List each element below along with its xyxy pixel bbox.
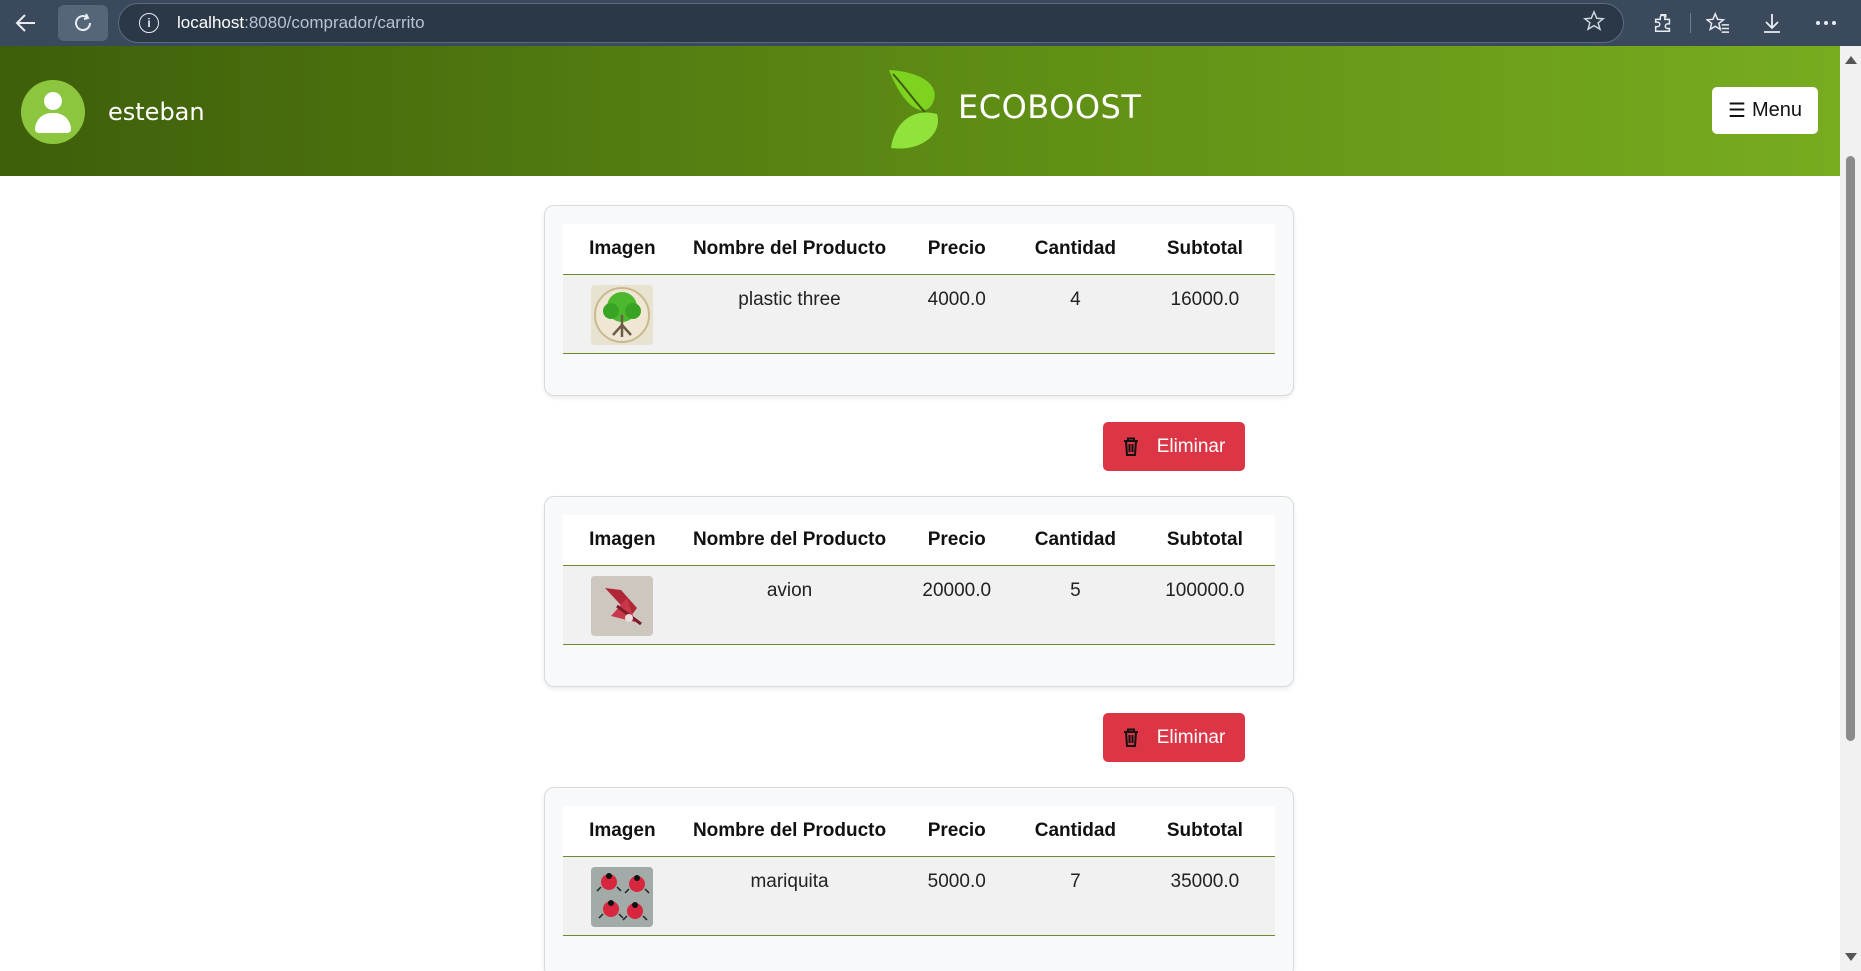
column-header-subtotal: Subtotal <box>1134 224 1275 275</box>
product-subtotal-cell: 100000.0 <box>1134 565 1275 645</box>
back-arrow-icon <box>15 14 35 32</box>
ladybug-product-image <box>591 866 654 927</box>
downloads-button[interactable] <box>1745 0 1799 46</box>
table-row: mariquita 5000.0 7 35000.0 <box>563 856 1275 936</box>
column-header-name: Nombre del Producto <box>681 806 898 857</box>
product-price-cell: 4000.0 <box>897 274 1017 354</box>
menu-button[interactable]: ☰ Menu <box>1712 87 1818 134</box>
reload-button[interactable] <box>58 5 108 41</box>
trash-icon <box>1123 728 1138 747</box>
avatar-body-shape <box>35 113 71 133</box>
trash-icon <box>1123 437 1138 456</box>
url-host: localhost <box>177 13 245 32</box>
delete-label: Eliminar <box>1156 435 1226 457</box>
favorites-button[interactable] <box>1691 0 1745 46</box>
puzzle-icon <box>1654 14 1671 32</box>
column-header-price: Precio <box>897 515 1017 566</box>
brand-name: ECOBOOST <box>958 88 1142 126</box>
cart-item-table: Imagen Nombre del Producto Precio Cantid… <box>563 224 1275 354</box>
column-header-image: Imagen <box>563 806 682 857</box>
page-scrollbar[interactable] <box>1840 46 1861 971</box>
column-header-subtotal: Subtotal <box>1134 515 1275 566</box>
cart-item-table: Imagen Nombre del Producto Precio Cantid… <box>563 515 1275 645</box>
table-row: avion 20000.0 5 100000.0 <box>563 565 1275 645</box>
table-header-row: Imagen Nombre del Producto Precio Cantid… <box>563 806 1275 857</box>
back-button[interactable] <box>0 0 52 46</box>
favorite-star-icon[interactable] <box>1582 9 1606 37</box>
column-header-subtotal: Subtotal <box>1134 806 1275 857</box>
airplane-product-image <box>591 575 654 636</box>
product-image-cell <box>563 856 682 936</box>
delete-button[interactable]: Eliminar <box>1103 713 1245 762</box>
column-header-name: Nombre del Producto <box>681 515 898 566</box>
product-subtotal-cell: 35000.0 <box>1134 856 1275 936</box>
site-info-icon[interactable]: i <box>139 13 159 33</box>
table-row: plastic three 4000.0 4 16000.0 <box>563 274 1275 354</box>
menu-label: Menu <box>1751 99 1802 121</box>
column-header-name: Nombre del Producto <box>681 224 898 275</box>
column-header-image: Imagen <box>563 224 682 275</box>
product-price-cell: 20000.0 <box>897 565 1017 645</box>
table-header-row: Imagen Nombre del Producto Precio Cantid… <box>563 515 1275 566</box>
extensions-button[interactable] <box>1636 0 1690 46</box>
product-name-cell: plastic three <box>681 274 898 354</box>
column-header-price: Precio <box>897 224 1017 275</box>
product-image-cell <box>563 274 682 354</box>
column-header-quantity: Cantidad <box>1016 806 1135 857</box>
favorites-list-icon <box>1706 12 1729 33</box>
download-icon <box>1764 14 1780 33</box>
column-header-quantity: Cantidad <box>1016 224 1135 275</box>
table-header-row: Imagen Nombre del Producto Precio Cantid… <box>563 224 1275 275</box>
cart-item-card: Imagen Nombre del Producto Precio Cantid… <box>544 496 1294 687</box>
delete-button[interactable]: Eliminar <box>1103 422 1245 471</box>
more-dots-icon <box>1816 21 1836 25</box>
product-quantity-cell: 4 <box>1016 274 1135 354</box>
product-price-cell: 5000.0 <box>897 856 1017 936</box>
browser-toolbar: i localhost:8080/comprador/carrito <box>0 0 1861 46</box>
ecoboost-leaf-logo-icon <box>889 70 938 149</box>
product-subtotal-cell: 16000.0 <box>1134 274 1275 354</box>
username: esteban <box>108 98 205 126</box>
cart-item-card: Imagen Nombre del Producto Precio Cantid… <box>544 205 1294 396</box>
product-image-cell <box>563 565 682 645</box>
reload-icon <box>75 13 92 32</box>
scroll-down-arrow-icon[interactable] <box>1845 953 1857 961</box>
page-viewport: esteban ECOBOOST ☰ Menu Imagen Nombre de… <box>0 46 1840 971</box>
address-bar[interactable]: i localhost:8080/comprador/carrito <box>118 3 1624 43</box>
scroll-thumb[interactable] <box>1846 156 1855 741</box>
tree-product-image <box>591 284 654 345</box>
column-header-image: Imagen <box>563 515 682 566</box>
column-header-price: Precio <box>897 806 1017 857</box>
product-quantity-cell: 7 <box>1016 856 1135 936</box>
avatar-head-shape <box>44 92 62 110</box>
product-name-cell: avion <box>681 565 898 645</box>
product-quantity-cell: 5 <box>1016 565 1135 645</box>
cart-item-table: Imagen Nombre del Producto Precio Cantid… <box>563 806 1275 936</box>
hamburger-icon: ☰ <box>1728 100 1746 122</box>
more-options-button[interactable] <box>1799 0 1853 46</box>
scroll-up-arrow-icon[interactable] <box>1845 56 1857 64</box>
user-avatar[interactable] <box>21 80 85 144</box>
url-path: :8080/comprador/carrito <box>244 13 425 32</box>
column-header-quantity: Cantidad <box>1016 515 1135 566</box>
product-name-cell: mariquita <box>681 856 898 936</box>
delete-label: Eliminar <box>1156 726 1226 748</box>
site-header: esteban ECOBOOST ☰ Menu <box>0 46 1840 176</box>
cart-item-card: Imagen Nombre del Producto Precio Cantid… <box>544 787 1294 971</box>
